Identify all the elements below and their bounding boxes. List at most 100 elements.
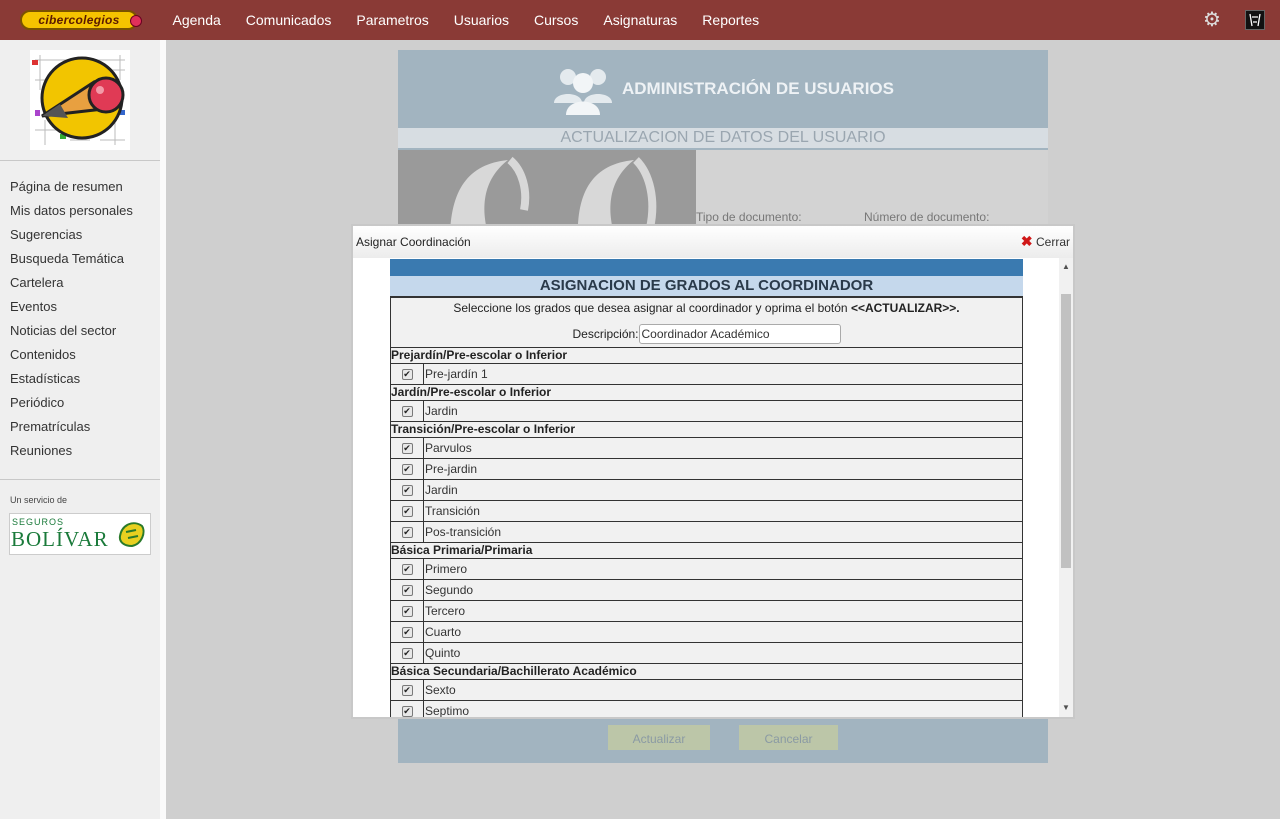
grade-checkbox[interactable]: ✔	[401, 684, 413, 696]
grade-checkbox[interactable]: ✔	[401, 626, 413, 638]
sidebar-edge	[160, 40, 166, 819]
nav-cursos[interactable]: Cursos	[522, 12, 591, 28]
grade-checkbox-cell: ✔	[391, 622, 424, 642]
scroll-down-arrow-icon[interactable]: ▼	[1059, 701, 1073, 715]
grade-name: Cuarto	[425, 625, 462, 639]
grade-checkbox[interactable]: ✔	[401, 647, 413, 659]
bolivar-emblem-icon	[116, 518, 148, 550]
gear-icon[interactable]: ⚙	[1202, 10, 1222, 30]
grades-table: Seleccione los grados que desea asignar …	[390, 296, 1023, 717]
grade-name: Septimo	[425, 704, 470, 717]
doc-number-label: Número de documento:	[864, 210, 990, 224]
description-label: Descripción:	[572, 327, 639, 341]
update-button[interactable]: Actualizar	[608, 725, 710, 750]
instruction-text: Seleccione los grados que desea asignar …	[391, 298, 1022, 319]
grade-checkbox[interactable]: ✔	[401, 442, 413, 454]
school-logo	[30, 50, 130, 150]
sidebar-item-resumen[interactable]: Página de resumen	[10, 178, 133, 202]
grade-name: Pos-transición	[425, 525, 502, 539]
grade-checkbox-cell: ✔	[391, 438, 424, 458]
top-navbar: cibercolegios Agenda Comunicados Paramet…	[0, 0, 1280, 40]
grade-checkbox[interactable]: ✔	[401, 405, 413, 417]
sidebar-item-eventos[interactable]: Eventos	[10, 298, 133, 322]
grade-checkbox[interactable]: ✔	[401, 526, 413, 538]
sidebar-item-cartelera[interactable]: Cartelera	[10, 274, 133, 298]
grade-checkbox-cell: ✔	[391, 580, 424, 600]
sidebar-item-prematriculas[interactable]: Prematrículas	[10, 418, 133, 442]
nav-asignaturas[interactable]: Asignaturas	[591, 12, 690, 28]
grade-checkbox[interactable]: ✔	[401, 368, 413, 380]
close-button[interactable]: ✖ Cerrar	[1021, 233, 1070, 250]
instruction-strong: <<ACTUALIZAR>>.	[850, 301, 960, 315]
sidebar-item-contenidos[interactable]: Contenidos	[10, 346, 133, 370]
sidebar-item-noticias[interactable]: Noticias del sector	[10, 322, 133, 346]
sidebar: Página de resumen Mis datos personales S…	[0, 40, 160, 819]
sidebar-item-sugerencias[interactable]: Sugerencias	[10, 226, 133, 250]
description-row: Descripción:	[391, 319, 1022, 347]
dialog-scrollbar[interactable]: ▲ ▼	[1059, 258, 1073, 717]
grade-groups: Prejardín/Pre-escolar o Inferior ✔ Pre-jar…	[391, 347, 1022, 717]
grade-checkbox-cell: ✔	[391, 559, 424, 579]
admin-title: ADMINISTRACIÓN DE USUARIOS	[621, 79, 894, 98]
grade-name: Segundo	[425, 583, 474, 597]
close-label: Cerrar	[1035, 235, 1070, 249]
sidebar-item-reuniones[interactable]: Reuniones	[10, 442, 133, 466]
grade-name: Transición	[425, 504, 480, 518]
sidebar-item-estadisticas[interactable]: Estadísticas	[10, 370, 133, 394]
instruction-prefix: Seleccione los grados que desea asignar …	[453, 301, 851, 315]
grade-checkbox[interactable]: ✔	[401, 484, 413, 496]
grade-row: ✔ Quinto	[391, 642, 1022, 663]
grade-checkbox-cell: ✔	[391, 459, 424, 479]
grade-name: Quinto	[425, 646, 461, 660]
grade-checkbox-cell: ✔	[391, 680, 424, 700]
grade-checkbox-cell: ✔	[391, 601, 424, 621]
sidebar-item-periodico[interactable]: Periódico	[10, 394, 133, 418]
grade-checkbox-cell: ✔	[391, 480, 424, 500]
grade-name: Jardin	[425, 404, 458, 418]
sidebar-item-busqueda[interactable]: Busqueda Temática	[10, 250, 133, 274]
grade-row: ✔ Primero	[391, 558, 1022, 579]
grade-name: Jardin	[425, 483, 458, 497]
description-input[interactable]	[638, 324, 841, 344]
grade-checkbox[interactable]: ✔	[401, 605, 413, 617]
grade-checkbox[interactable]: ✔	[401, 584, 413, 596]
grade-row: ✔ Sexto	[391, 679, 1022, 700]
grade-name: Tercero	[425, 604, 466, 618]
grade-checkbox-cell: ✔	[391, 701, 424, 717]
admin-header: ADMINISTRACIÓN DE USUARIOS	[398, 50, 1048, 128]
cancel-button-label: Cancelar	[764, 732, 813, 746]
grade-row: ✔ Jardin	[391, 400, 1022, 421]
grade-checkbox[interactable]: ✔	[401, 463, 413, 475]
grade-checkbox[interactable]: ✔	[401, 563, 413, 575]
nav-usuarios[interactable]: Usuarios	[441, 12, 521, 28]
seguros-bolivar-logo[interactable]: SEGUROS BOLÍVAR	[9, 513, 151, 555]
form-top-bar	[390, 259, 1023, 276]
scroll-thumb[interactable]	[1061, 294, 1071, 568]
nav-reportes[interactable]: Reportes	[690, 12, 772, 28]
grades-form: ASIGNACION DE GRADOS AL COORDINADOR Sele…	[390, 259, 1023, 717]
cibercolegios-logo[interactable]: cibercolegios	[20, 10, 142, 30]
grade-checkbox[interactable]: ✔	[401, 505, 413, 517]
grade-checkbox-cell: ✔	[391, 643, 424, 663]
sidebar-divider	[0, 160, 160, 161]
grade-row: ✔ Pre-jardín 1	[391, 363, 1022, 384]
grade-row: ✔ Cuarto	[391, 621, 1022, 642]
grade-row: ✔ Septimo	[391, 700, 1022, 717]
sidebar-item-datos-personales[interactable]: Mis datos personales	[10, 202, 133, 226]
cancel-button[interactable]: Cancelar	[739, 725, 838, 750]
nav-parametros[interactable]: Parametros	[344, 12, 441, 28]
grade-row: ✔ Parvulos	[391, 437, 1022, 458]
scroll-up-arrow-icon[interactable]: ▲	[1059, 260, 1073, 274]
grade-checkbox-cell: ✔	[391, 401, 424, 421]
form-title: ASIGNACION DE GRADOS AL COORDINADOR	[390, 276, 1023, 296]
grade-name: Primero	[425, 562, 468, 576]
grade-group-header: Prejardín/Pre-escolar o Inferior	[391, 347, 1022, 363]
grade-row: ✔ Segundo	[391, 579, 1022, 600]
grade-group-header: Básica Secundaria/Bachillerato Académico	[391, 663, 1022, 679]
nav-comunicados[interactable]: Comunicados	[233, 12, 344, 28]
grade-name: Sexto	[425, 683, 456, 697]
nav-agenda[interactable]: Agenda	[160, 12, 233, 28]
logo-dot-icon	[130, 15, 142, 27]
user-avatar-icon[interactable]	[1245, 10, 1265, 30]
grade-checkbox[interactable]: ✔	[401, 705, 413, 717]
